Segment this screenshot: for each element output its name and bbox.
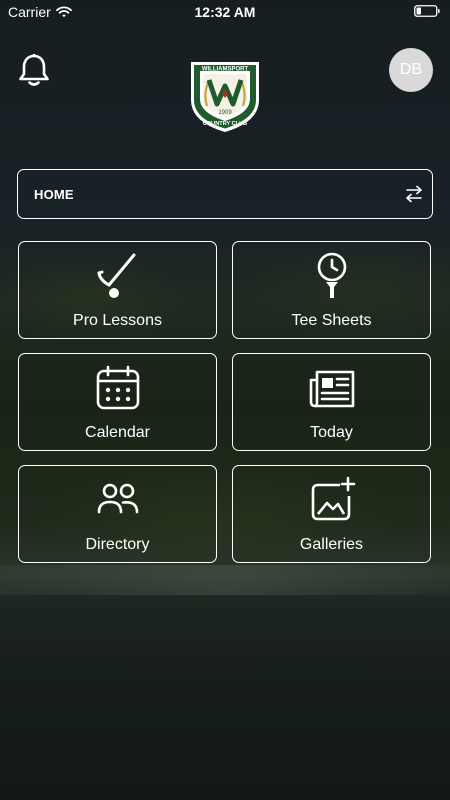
- calendar-icon: [96, 365, 139, 410]
- tile-directory[interactable]: Directory: [18, 465, 217, 563]
- battery-icon: [414, 5, 440, 17]
- tile-label-directory: Directory: [85, 536, 150, 553]
- clock-tee-icon: [317, 252, 346, 298]
- avatar-initials: DB: [399, 61, 423, 78]
- logo-year: 1909: [218, 110, 232, 116]
- logo-text-bottom: COUNTRY CLUB: [203, 121, 247, 127]
- newspaper-icon: [309, 370, 354, 408]
- home-selector-label: HOME: [34, 186, 74, 202]
- tile-label-galleries: Galleries: [299, 536, 364, 553]
- tile-today[interactable]: Today: [232, 353, 431, 451]
- home-selector[interactable]: HOME: [17, 169, 433, 219]
- tile-label-pro-lessons: Pro Lessons: [73, 312, 162, 329]
- tile-label-today: Today: [310, 424, 353, 441]
- avatar[interactable]: DB: [389, 48, 433, 92]
- tile-pro-lessons[interactable]: Pro Lessons: [18, 241, 217, 339]
- add-image-icon: [311, 476, 355, 521]
- club-logo: WILLIAMSPORT 1909 COUNTRY CLUB: [191, 62, 259, 132]
- people-icon: [97, 483, 138, 514]
- tile-calendar[interactable]: Calendar: [18, 353, 217, 451]
- status-time: 12:32 AM: [194, 4, 256, 20]
- swap-arrows-icon: [406, 185, 422, 203]
- logo-text-top: WILLIAMSPORT: [202, 67, 249, 73]
- tile-label-tee-sheets: Tee Sheets: [291, 312, 372, 329]
- tile-tee-sheets[interactable]: Tee Sheets: [232, 241, 431, 339]
- golf-club-icon: [97, 253, 135, 298]
- status-bar: Carrier 12:32 AM: [0, 0, 450, 24]
- bell-icon[interactable]: [16, 52, 52, 88]
- tile-label-calendar: Calendar: [85, 424, 150, 441]
- tile-galleries[interactable]: Galleries: [232, 465, 431, 563]
